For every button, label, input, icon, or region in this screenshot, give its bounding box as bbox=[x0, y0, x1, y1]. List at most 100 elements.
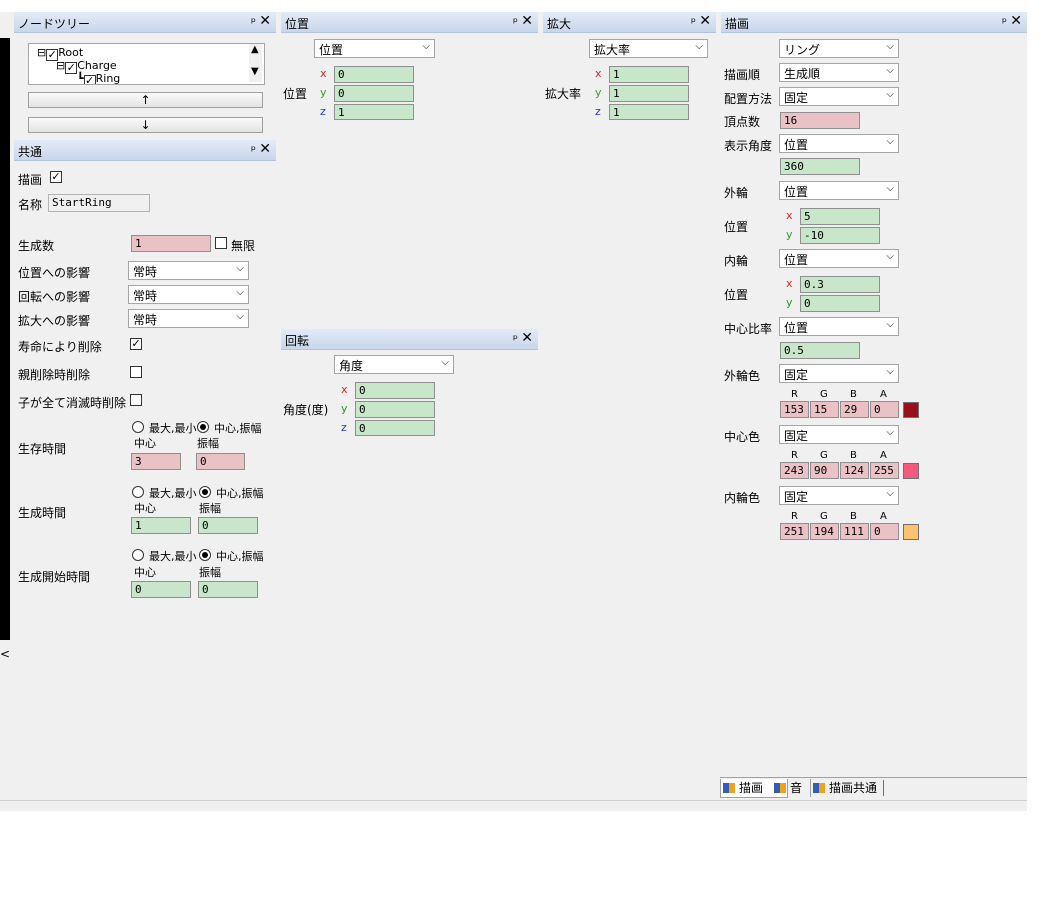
order-select[interactable]: 生成順 ⌵ bbox=[779, 63, 899, 82]
axis-y-label: y bbox=[595, 86, 602, 99]
outer-color-b[interactable]: 29 bbox=[840, 401, 869, 418]
name-field[interactable]: StartRing bbox=[48, 194, 150, 212]
outer-x-field[interactable]: 5 bbox=[800, 208, 880, 225]
outer-color-swatch[interactable] bbox=[903, 402, 919, 418]
lifetime-radio-centeramp[interactable] bbox=[197, 421, 209, 433]
inner-x-field[interactable]: 0.3 bbox=[800, 276, 880, 293]
pin-icon[interactable]: ᵖ bbox=[1002, 15, 1007, 29]
lifetime-amp-field[interactable]: 0 bbox=[196, 453, 245, 470]
position-z-field[interactable]: 1 bbox=[334, 104, 414, 120]
inner-y-field[interactable]: 0 bbox=[800, 295, 880, 312]
scroll-down-icon[interactable]: ▼ bbox=[251, 66, 259, 77]
genstart-amp-field[interactable]: 0 bbox=[198, 581, 258, 598]
tree-view[interactable]: ⊟✓Root ⊟✓Charge ┗✓Ring bbox=[28, 43, 265, 85]
gentime-radio-centeramp[interactable] bbox=[199, 486, 211, 498]
g-header: G bbox=[820, 511, 828, 522]
gentime-center-field[interactable]: 1 bbox=[131, 517, 191, 534]
pos-influence-label: 位置への影響 bbox=[18, 266, 91, 280]
inner-color-swatch[interactable] bbox=[903, 524, 919, 540]
rotation-z-field[interactable]: 0 bbox=[355, 420, 435, 436]
chevron-down-icon: ⌵ bbox=[886, 41, 894, 52]
close-icon[interactable]: ✕ bbox=[521, 13, 533, 29]
gen-count-field[interactable]: 1 bbox=[131, 235, 211, 252]
outer-color-g[interactable]: 15 bbox=[810, 401, 839, 418]
inner-color-select[interactable]: 固定 ⌵ bbox=[779, 486, 899, 505]
scale-mode-select[interactable]: 拡大率 ⌵ bbox=[589, 39, 708, 58]
position-mode-select[interactable]: 位置 ⌵ bbox=[314, 39, 435, 58]
position-label: 位置 bbox=[283, 87, 308, 101]
outer-color-select[interactable]: 固定 ⌵ bbox=[779, 364, 899, 383]
genstart-radio-centeramp[interactable] bbox=[199, 549, 211, 561]
outer-mode-select[interactable]: 位置 ⌵ bbox=[779, 181, 899, 200]
tree-item-charge[interactable]: ⊟✓Charge bbox=[56, 59, 117, 74]
scroll-left-icon[interactable]: < bbox=[0, 647, 10, 661]
pin-icon[interactable]: ᵖ bbox=[691, 15, 696, 29]
vertices-field[interactable]: 16 bbox=[780, 112, 860, 129]
inner-mode-select[interactable]: 位置 ⌵ bbox=[779, 249, 899, 268]
center-color-swatch[interactable] bbox=[903, 463, 919, 479]
scale-influence-select[interactable]: 常時 ⌵ bbox=[128, 309, 249, 328]
rotation-y-field[interactable]: 0 bbox=[355, 401, 435, 418]
infinite-checkbox[interactable] bbox=[215, 237, 227, 249]
outer-color-r[interactable]: 153 bbox=[780, 401, 809, 418]
close-icon[interactable]: ✕ bbox=[259, 13, 271, 29]
rotation-mode-select[interactable]: 角度 ⌵ bbox=[334, 355, 454, 374]
center-color-select[interactable]: 固定 ⌵ bbox=[779, 425, 899, 444]
scroll-up-icon[interactable]: ▲ bbox=[251, 44, 259, 55]
chevron-down-icon: ⌵ bbox=[886, 427, 894, 438]
tree-scrollbar[interactable]: ▲ ▼ bbox=[249, 44, 262, 82]
gentime-amp-field[interactable]: 0 bbox=[198, 517, 258, 534]
inner-color-r[interactable]: 251 bbox=[780, 523, 809, 540]
center-ratio-field[interactable]: 0.5 bbox=[780, 342, 860, 359]
genstart-center-field[interactable]: 0 bbox=[131, 581, 191, 598]
gentime-radio-minmax[interactable] bbox=[132, 486, 144, 498]
center-color-g[interactable]: 90 bbox=[810, 462, 839, 479]
gentime-label: 生成時間 bbox=[18, 506, 67, 520]
rotation-x-field[interactable]: 0 bbox=[355, 382, 435, 399]
chevron-down-icon: ⌵ bbox=[236, 263, 244, 274]
scale-z-field[interactable]: 1 bbox=[609, 104, 689, 120]
tree-item-root[interactable]: ⊟✓Root bbox=[37, 46, 83, 61]
move-up-button[interactable]: ↑ bbox=[28, 92, 263, 108]
lifetime-center-field[interactable]: 3 bbox=[131, 453, 181, 470]
angle-mode-select[interactable]: 位置 ⌵ bbox=[779, 134, 899, 153]
close-icon[interactable]: ✕ bbox=[259, 141, 271, 157]
pin-icon[interactable]: ᵖ bbox=[513, 15, 518, 29]
outer-color-a[interactable]: 0 bbox=[870, 401, 899, 418]
lifetime-radio-minmax[interactable] bbox=[132, 421, 144, 433]
position-y-field[interactable]: 0 bbox=[334, 85, 414, 102]
center-color-a[interactable]: 255 bbox=[870, 462, 899, 479]
draw-checkbox[interactable]: ✓ bbox=[50, 171, 62, 183]
angle-field[interactable]: 360 bbox=[780, 158, 860, 175]
center-color-r[interactable]: 243 bbox=[780, 462, 809, 479]
genstart-radio-minmax[interactable] bbox=[132, 549, 144, 561]
pin-icon[interactable]: ᵖ bbox=[251, 15, 256, 29]
inner-color-a[interactable]: 0 bbox=[870, 523, 899, 540]
close-icon[interactable]: ✕ bbox=[1010, 13, 1022, 29]
scale-x-field[interactable]: 1 bbox=[609, 66, 689, 83]
position-x-field[interactable]: 0 bbox=[334, 66, 414, 83]
scale-y-field[interactable]: 1 bbox=[609, 85, 689, 102]
center-color-b[interactable]: 124 bbox=[840, 462, 869, 479]
center-ratio-select[interactable]: 位置 ⌵ bbox=[779, 317, 899, 336]
close-icon[interactable]: ✕ bbox=[521, 330, 533, 346]
pin-icon[interactable]: ᵖ bbox=[513, 332, 518, 346]
app-window: < ノードツリー ᵖ ✕ ⊟✓Root ⊟✓Charge ┗✓Ring ▲ ▼ … bbox=[0, 0, 1027, 811]
inner-color-g[interactable]: 194 bbox=[810, 523, 839, 540]
pos-influence-select[interactable]: 常時 ⌵ bbox=[128, 261, 249, 280]
move-down-button[interactable]: ↓ bbox=[28, 117, 263, 133]
child-delete-checkbox[interactable] bbox=[130, 394, 142, 406]
inner-color-b[interactable]: 111 bbox=[840, 523, 869, 540]
close-icon[interactable]: ✕ bbox=[699, 13, 711, 29]
parent-delete-checkbox[interactable] bbox=[130, 366, 142, 378]
outer-y-field[interactable]: -10 bbox=[800, 227, 880, 244]
tree-item-ring[interactable]: ┗✓Ring bbox=[77, 72, 120, 84]
placement-select[interactable]: 固定 ⌵ bbox=[779, 87, 899, 106]
infinite-label: 無限 bbox=[231, 239, 256, 253]
chevron-down-icon: ⌵ bbox=[886, 366, 894, 377]
render-type-select[interactable]: リング ⌵ bbox=[779, 39, 899, 58]
pin-icon[interactable]: ᵖ bbox=[251, 143, 256, 157]
life-delete-checkbox[interactable]: ✓ bbox=[130, 338, 142, 350]
rot-influence-select[interactable]: 常時 ⌵ bbox=[128, 285, 249, 304]
tab-render-common[interactable]: 描画共通 bbox=[810, 779, 901, 797]
